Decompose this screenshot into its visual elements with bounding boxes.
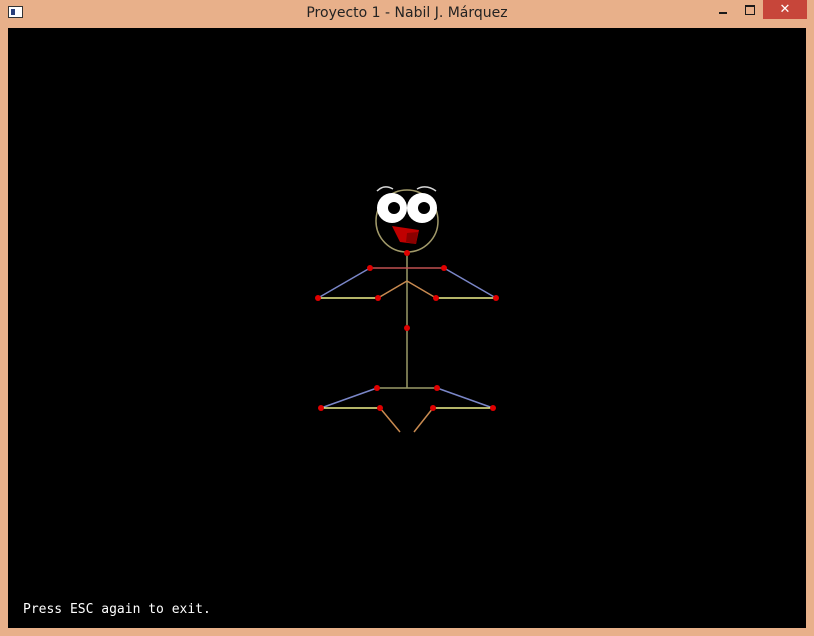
right-hand-joint: [493, 295, 499, 301]
right-shoulder-joint: [441, 265, 447, 271]
left-inner-arm: [377, 280, 408, 299]
right-foot-joint: [490, 405, 496, 411]
left-foot-joint: [318, 405, 324, 411]
right-hip-joint: [434, 385, 440, 391]
left-eyebrow: [376, 186, 394, 192]
minimize-icon: [719, 11, 727, 14]
left-foot: [379, 407, 401, 433]
left-hip-joint: [374, 385, 380, 391]
maximize-button[interactable]: [737, 0, 763, 19]
right-inner-arm: [406, 280, 437, 299]
right-foot: [413, 407, 434, 433]
left-shoulder-joint: [367, 265, 373, 271]
right-thigh: [436, 387, 494, 409]
left-knee-joint: [377, 405, 383, 411]
status-message: Press ESC again to exit.: [23, 602, 211, 617]
close-icon: ✕: [779, 2, 791, 17]
right-elbow-joint: [433, 295, 439, 301]
render-canvas[interactable]: Press ESC again to exit.: [8, 28, 806, 628]
waist-joint: [404, 325, 410, 331]
maximize-icon: [745, 4, 755, 15]
stick-figure-scene: [315, 186, 499, 433]
title-bar[interactable]: Proyecto 1 - Nabil J. Márquez ✕: [0, 0, 814, 27]
figure-head: [375, 186, 439, 253]
right-eyebrow: [416, 186, 437, 192]
minimize-button[interactable]: [710, 0, 736, 19]
left-upper-arm: [317, 267, 371, 299]
window-title: Proyecto 1 - Nabil J. Márquez: [306, 5, 508, 21]
left-hand-joint: [315, 295, 321, 301]
left-pupil: [388, 202, 400, 214]
close-button[interactable]: ✕: [763, 0, 807, 19]
left-thigh: [320, 387, 378, 409]
neck-joint: [404, 250, 410, 256]
right-upper-arm: [443, 267, 497, 299]
figure-skeleton: [317, 252, 497, 433]
tongue: [406, 232, 418, 244]
left-elbow-joint: [375, 295, 381, 301]
right-knee-joint: [430, 405, 436, 411]
right-pupil: [418, 202, 430, 214]
